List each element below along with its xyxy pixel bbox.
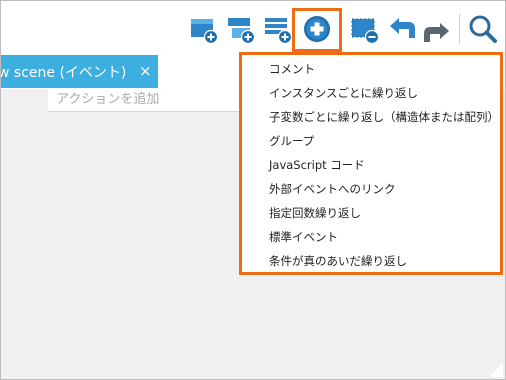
screenshot-frame bbox=[0, 0, 506, 380]
resize-grip-icon bbox=[489, 363, 503, 377]
